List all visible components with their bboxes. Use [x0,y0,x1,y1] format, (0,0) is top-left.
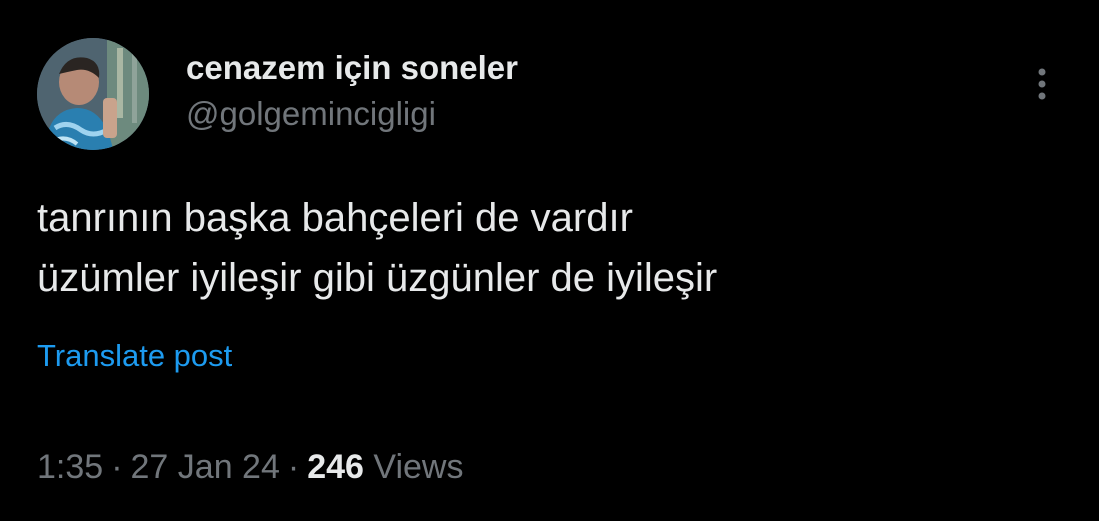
post-meta: 1:35 · 27 Jan 24 · 246 Views [37,448,463,487]
post-date[interactable]: 27 Jan 24 [131,448,280,486]
meta-separator: · [111,448,123,486]
post-text-line: üzümler iyileşir gibi üzgünler de iyileş… [37,256,718,300]
meta-separator: · [287,448,300,486]
user-handle[interactable]: @golgemincigligi [186,94,518,134]
display-name[interactable]: cenazem için soneler [186,48,518,88]
views-count: 246 [307,448,364,486]
post-text: tanrının başka bahçeleri de vardır üzüml… [37,188,717,308]
translate-post-link[interactable]: Translate post [37,338,232,374]
avatar[interactable] [37,38,149,150]
more-options-button[interactable] [1030,66,1054,106]
tweet-card: cenazem için soneler @golgemincigligi ta… [0,0,1099,521]
views-label: Views [373,448,464,486]
post-header: cenazem için soneler @golgemincigligi [186,48,518,134]
more-vertical-icon [1038,68,1046,100]
post-text-line: tanrının başka bahçeleri de vardır [37,196,633,240]
avatar-photo-icon [37,38,149,150]
post-time[interactable]: 1:35 [37,448,103,486]
